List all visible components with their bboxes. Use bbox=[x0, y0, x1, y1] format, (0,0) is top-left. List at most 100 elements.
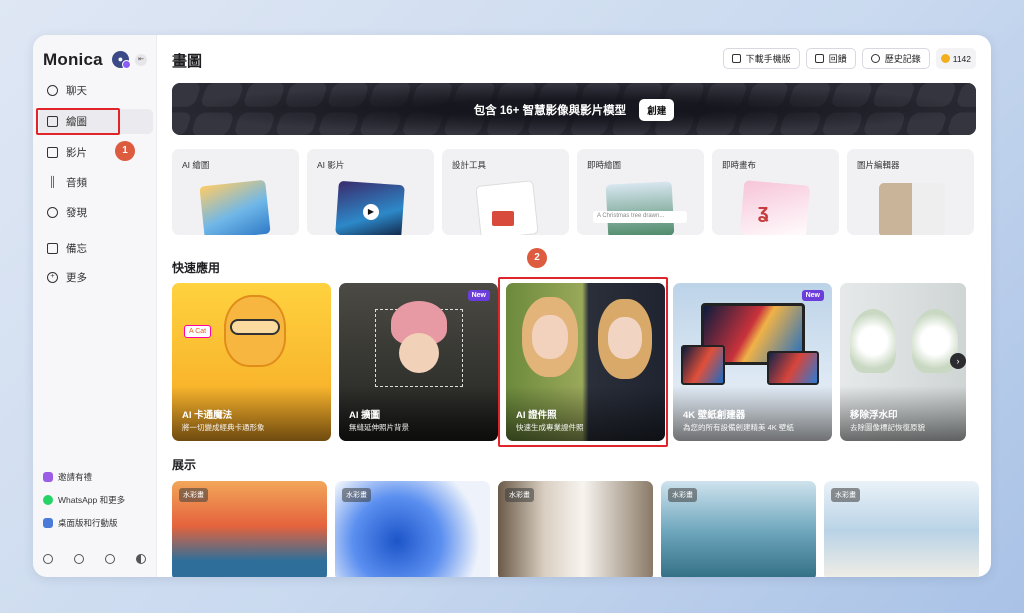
credits-count: 1142 bbox=[952, 53, 971, 64]
bus-illustration bbox=[199, 179, 271, 235]
carousel-next-arrow[interactable]: › bbox=[950, 353, 966, 369]
home-icon[interactable] bbox=[43, 554, 53, 564]
feedback-button[interactable]: 回饋 bbox=[805, 48, 856, 69]
sidebar-item-label: 更多 bbox=[66, 272, 87, 284]
glasses-icon bbox=[230, 319, 280, 335]
theme-toggle-icon[interactable] bbox=[136, 554, 146, 564]
sidebar-item-chat[interactable]: 聊天 bbox=[39, 78, 153, 103]
gallery-tag: 水彩畫 bbox=[668, 488, 697, 502]
flower-illustration bbox=[850, 309, 896, 373]
gallery-tag: 水彩畫 bbox=[179, 488, 208, 502]
tool-card-realtime-canvas[interactable]: 即時畫布 ʓ bbox=[712, 149, 839, 235]
tool-card-label: 圖片編輯器 bbox=[857, 160, 900, 170]
tool-card-image-editor[interactable]: 圖片編輯器 bbox=[847, 149, 974, 235]
gallery-title: 展示 bbox=[172, 458, 197, 472]
sidebar-bottom-toolbar bbox=[43, 554, 146, 564]
app-card-title: AI 卡通魔法 bbox=[182, 410, 233, 421]
highlight-box-id-photo bbox=[498, 277, 668, 447]
tool-card-design-tools[interactable]: 設計工具 bbox=[442, 149, 569, 235]
gallery-tag: 水彩畫 bbox=[831, 488, 860, 502]
plus-circle-icon: + bbox=[47, 272, 58, 283]
tool-card-ai-draw[interactable]: AI 繪圖 bbox=[172, 149, 299, 235]
gallery-item[interactable]: 水彩畫 bbox=[824, 481, 979, 577]
step-badge-2: 2 bbox=[527, 248, 547, 268]
tool-cards: AI 繪圖 AI 影片 ▶ 設計工具 即時繪圖 A Christmas tree… bbox=[172, 149, 976, 235]
app-card-desc: 去除圖像標記恢復原貌 bbox=[850, 423, 925, 432]
desktop-mobile-link[interactable]: 桌面版和行動版 bbox=[43, 517, 118, 529]
credits-badge[interactable]: 1142 bbox=[935, 48, 976, 69]
download-mobile-label: 下載手機版 bbox=[745, 54, 791, 64]
models-banner[interactable]: 包含 16+ 智慧影像與影片模型 創建 bbox=[172, 83, 976, 135]
sidebar-item-more[interactable]: + 更多 bbox=[39, 265, 153, 290]
feedback-label: 回饋 bbox=[828, 54, 847, 64]
history-label: 歷史記錄 bbox=[884, 54, 921, 64]
app-card-4k-wallpaper[interactable]: New 4K 壁紙創建器 為您的所有設備創建精美 4K 壁紙 bbox=[673, 283, 832, 441]
tool-card-realtime-draw[interactable]: 即時繪圖 A Christmas tree drawn... bbox=[577, 149, 704, 235]
design-sample bbox=[475, 180, 539, 235]
canvas-sample bbox=[739, 180, 811, 235]
banner-text: 包含 16+ 智慧影像與影片模型 創建 bbox=[172, 99, 976, 121]
gift-icon bbox=[43, 472, 53, 482]
create-button[interactable]: 創建 bbox=[639, 99, 675, 121]
highlight-box-draw bbox=[36, 108, 120, 135]
video-icon bbox=[47, 147, 58, 158]
sidebar-item-audio[interactable]: ║ 音頻 bbox=[39, 170, 153, 195]
cat-sticker: A Cat bbox=[184, 325, 212, 338]
app-card-expand[interactable]: New AI 擴圖 無縫延伸照片背景 bbox=[339, 283, 498, 441]
sidebar-item-discover[interactable]: 發現 bbox=[39, 200, 153, 225]
app-card-title: 4K 壁紙創建器 bbox=[683, 410, 746, 421]
compass-icon bbox=[47, 207, 58, 218]
quick-apps-title: 快速應用 bbox=[172, 261, 221, 275]
gallery-item[interactable]: 水彩畫 bbox=[498, 481, 653, 577]
tool-card-label: 即時畫布 bbox=[722, 160, 757, 170]
play-icon: ▶ bbox=[363, 204, 379, 220]
brush-stroke-icon: ʓ bbox=[758, 201, 769, 223]
main-content: 畫圖 下載手機版 回饋 歷史記錄 1142 包含 16+ 智慧影像與影片模型 創… bbox=[157, 35, 991, 577]
avatar[interactable]: ● bbox=[112, 51, 131, 69]
sidebar-item-label: 音頻 bbox=[66, 177, 87, 189]
new-badge: New bbox=[801, 290, 824, 301]
sidebar-item-video[interactable]: 影片 bbox=[39, 140, 153, 165]
desktop-mobile-label: 桌面版和行動版 bbox=[58, 518, 118, 528]
app-card-desc: 無縫延伸照片背景 bbox=[349, 423, 409, 432]
step-badge-1: 1 bbox=[115, 141, 135, 161]
chat-icon bbox=[47, 85, 58, 96]
gallery-item[interactable]: 水彩畫 bbox=[172, 481, 327, 577]
laptop-illustration bbox=[767, 351, 819, 385]
clock-icon bbox=[870, 54, 880, 63]
gallery-list: 水彩畫 水彩畫 水彩畫 水彩畫 水彩畫 bbox=[172, 481, 979, 577]
brand-logo: Monica bbox=[43, 50, 103, 69]
audio-icon: ║ bbox=[48, 177, 57, 188]
gallery-tag: 水彩畫 bbox=[505, 488, 534, 502]
prompt-caption: A Christmas tree drawn... bbox=[593, 211, 687, 223]
gallery-item[interactable]: 水彩畫 bbox=[661, 481, 816, 577]
download-mobile-button[interactable]: 下載手機版 bbox=[722, 48, 800, 69]
gallery-tag: 水彩畫 bbox=[342, 488, 371, 502]
character-face bbox=[399, 333, 439, 373]
history-button[interactable]: 歷史記錄 bbox=[861, 48, 930, 69]
help-icon[interactable] bbox=[74, 554, 84, 564]
settings-icon[interactable] bbox=[105, 554, 115, 564]
collapse-sidebar-icon[interactable]: ⇤ bbox=[135, 54, 147, 66]
header-actions: 下載手機版 回饋 歷史記錄 1142 bbox=[722, 48, 976, 69]
sidebar-item-memo[interactable]: 備忘 bbox=[39, 236, 153, 261]
app-card-cartoon[interactable]: A Cat AI 卡通魔法 將一切變成經典卡通形象 bbox=[172, 283, 331, 441]
design-swatch bbox=[492, 211, 514, 226]
sidebar-item-label: 影片 bbox=[66, 147, 87, 159]
tool-card-label: AI 繪圖 bbox=[182, 160, 210, 170]
sidebar-item-label: 聊天 bbox=[66, 85, 87, 97]
app-card-title: 移除浮水印 bbox=[850, 410, 898, 421]
tool-card-ai-video[interactable]: AI 影片 ▶ bbox=[307, 149, 434, 235]
memo-icon bbox=[47, 243, 58, 254]
new-badge: New bbox=[467, 290, 490, 301]
tablet-illustration bbox=[681, 345, 725, 385]
whatsapp-link[interactable]: WhatsApp 和更多 bbox=[43, 494, 125, 506]
gallery-item[interactable]: 水彩畫 bbox=[335, 481, 490, 577]
app-card-desc: 為您的所有設備創建精美 4K 壁紙 bbox=[683, 423, 794, 432]
portrait-sample bbox=[879, 183, 945, 235]
invite-link[interactable]: 邀請有禮 bbox=[43, 471, 92, 483]
tree-illustration bbox=[605, 181, 675, 235]
whatsapp-icon bbox=[43, 495, 53, 505]
app-card-remove-watermark[interactable]: 移除浮水印 去除圖像標記恢復原貌 bbox=[840, 283, 966, 441]
page-title: 畫圖 bbox=[172, 53, 203, 70]
